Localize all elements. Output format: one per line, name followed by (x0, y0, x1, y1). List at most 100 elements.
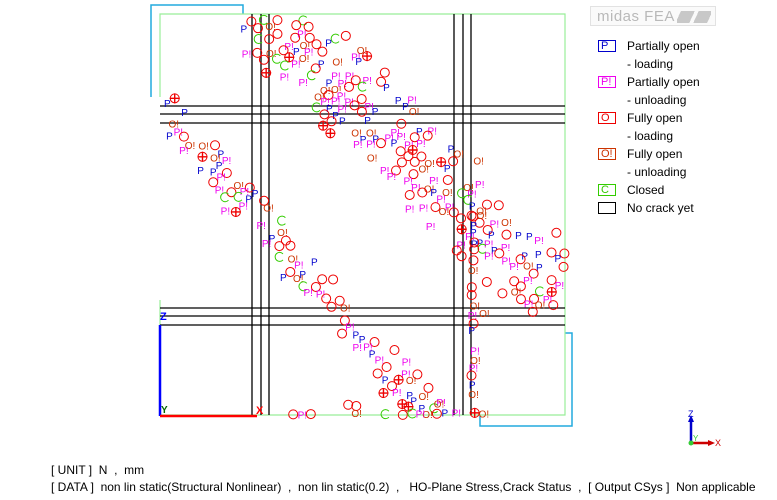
crack-partially-open-unloading: P! (179, 146, 188, 157)
crack-fully-open-loading (481, 276, 492, 287)
crack-partially-open-unloading: P! (280, 72, 289, 83)
view-orientation-triad: Z X Y (688, 409, 721, 448)
crack-partially-open-loading: P (515, 231, 522, 242)
logo-text: midas FEA (597, 8, 675, 25)
crack-partially-open-loading: P (410, 396, 417, 407)
legend-sublabel: - loading (627, 129, 674, 143)
legend-label: Partially open (627, 75, 700, 89)
crack-partially-open-unloading: P! (534, 236, 543, 247)
crack-partially-open-unloading: P! (402, 357, 411, 368)
crack-fully-open-unloading: O! (332, 57, 343, 68)
crack-partially-open-unloading: P! (452, 409, 461, 420)
legend-swatch-closed: C (598, 184, 616, 196)
outer-frame-top-left (150, 4, 244, 97)
crack-partially-open-unloading: P! (484, 251, 493, 262)
crack-partially-open-unloading: P! (304, 288, 313, 299)
crack-partially-open-unloading: P! (291, 59, 300, 70)
legend-sublabel: - unloading (627, 165, 687, 179)
crack-fully-open-unloading: O! (511, 288, 522, 299)
crack-fully-open-loading (551, 227, 562, 238)
crack-fully-open-loading (559, 248, 570, 259)
triad-z-label: Z (688, 409, 694, 419)
crack-fully-open-unloading: O! (501, 218, 512, 229)
outer-frame-bottom-right (479, 332, 573, 427)
crack-fully-open-loading (381, 362, 392, 373)
crack-fully-open-loading (501, 229, 512, 240)
crack-fully-open-unloading: O! (477, 211, 488, 222)
crack-fully-open-loading (372, 368, 383, 379)
crack-partially-open-loading: P (391, 138, 398, 149)
model-y-label: Y (161, 405, 168, 416)
crack-partially-open-unloading: P! (221, 207, 230, 218)
crack-partially-open-loading: P (164, 99, 171, 110)
crack-partially-open-unloading: P! (353, 343, 362, 354)
midas-fea-logo: midas FEA (590, 6, 716, 26)
crack-fully-open-unloading: O! (419, 392, 430, 403)
legend-label: Fully open (627, 111, 683, 125)
crack-partially-open-loading: P (339, 117, 346, 128)
crack-partially-open-unloading: P! (215, 185, 224, 196)
crack-fully-open-unloading: O! (367, 154, 378, 165)
crack-partially-open-loading: P (526, 232, 533, 243)
crack-partially-open-unloading: P! (524, 299, 533, 310)
crack-partially-open-loading: P (444, 164, 451, 175)
crack-closed (330, 33, 340, 44)
crack-partially-open-unloading: P! (392, 388, 401, 399)
crack-partially-open-loading: P (181, 108, 188, 119)
crack-fully-open-unloading: O! (468, 266, 479, 277)
crack-fully-open-loading (305, 409, 316, 420)
crack-closed (274, 251, 284, 262)
legend-swatch-full-loading: O (598, 112, 616, 124)
crack-markers: P O!P! O!P!P! O!P P!O!P!P!PPP!O!O!P!P!PO!O!P… (164, 14, 570, 422)
crack-fully-open-unloading: O! (293, 274, 304, 285)
crack-partially-open-unloading: P! (419, 204, 428, 215)
crack-fully-open-unloading: O! (409, 107, 420, 118)
status-info: [ UNIT ] N , mm [ DATA ] non lin static(S… (51, 462, 756, 496)
crack-fully-open-unloading: O! (418, 165, 429, 176)
model-axes: Z X Y (158, 311, 264, 418)
crack-partially-open-loading: P (364, 116, 371, 127)
crack-partially-open-loading: P (311, 257, 318, 268)
model-x-label: X (256, 405, 264, 417)
crack-partially-open-loading: P (325, 38, 332, 49)
triad-x-arrow (708, 440, 715, 446)
crack-partially-open-loading: P (252, 189, 259, 200)
crack-partially-open-unloading: P! (363, 76, 372, 87)
crack-partially-open-unloading: P! (256, 221, 265, 232)
legend-sublabel: - unloading (627, 93, 687, 107)
crack-fully-open-loading (493, 200, 504, 211)
crack-partially-open-loading: P (166, 132, 173, 143)
crack-partially-open-loading: P (216, 161, 223, 172)
crack-partially-open-loading: P (536, 263, 543, 274)
crack-fully-open-unloading: O! (406, 376, 417, 387)
crack-fully-open-loading (340, 30, 351, 41)
crack-fully-open-loading (274, 241, 285, 252)
crack-partially-open-loading: P (240, 25, 247, 36)
crack-partially-open-unloading: P! (426, 222, 435, 233)
model-viewport[interactable]: P O! P! O! P! P! O! P P! O! P! P! P P P! O! O! P! P! P O! O! P… (0, 0, 777, 455)
crack-fully-open-unloading: O! (265, 22, 276, 33)
crack-fully-open-unloading: O! (439, 207, 450, 218)
crack-fully-open-loading (328, 274, 339, 285)
triad-y-label: Y (693, 434, 699, 443)
crack-partially-open-unloading: P! (416, 409, 425, 420)
crack-closed (277, 215, 286, 226)
crack-fully-open-unloading: O! (468, 390, 479, 401)
crack-partially-open-unloading: P! (405, 204, 414, 215)
crack-fully-open-unloading: O! (479, 309, 490, 320)
crack-fully-open-loading (456, 213, 467, 224)
crack-partially-open-unloading: P! (298, 411, 307, 422)
crack-fully-open-loading (379, 67, 390, 78)
crack-fully-open-loading (288, 409, 299, 420)
crack-partially-open-unloading: P! (299, 78, 308, 89)
triad-x-label: X (715, 438, 721, 448)
crack-fully-open-unloading: O! (523, 262, 534, 273)
crack-fully-open-loading (497, 288, 508, 299)
crack-partially-open-loading: P (355, 57, 362, 68)
crack-partially-open-unloading: P! (353, 140, 362, 151)
crack-partially-open-unloading: P! (411, 183, 420, 194)
crack-partially-open-unloading: P! (509, 262, 518, 273)
legend-sublabel: - loading (627, 57, 674, 71)
crack-partially-open-unloading: P! (387, 172, 396, 183)
crack-partially-open-loading: P (468, 326, 475, 337)
